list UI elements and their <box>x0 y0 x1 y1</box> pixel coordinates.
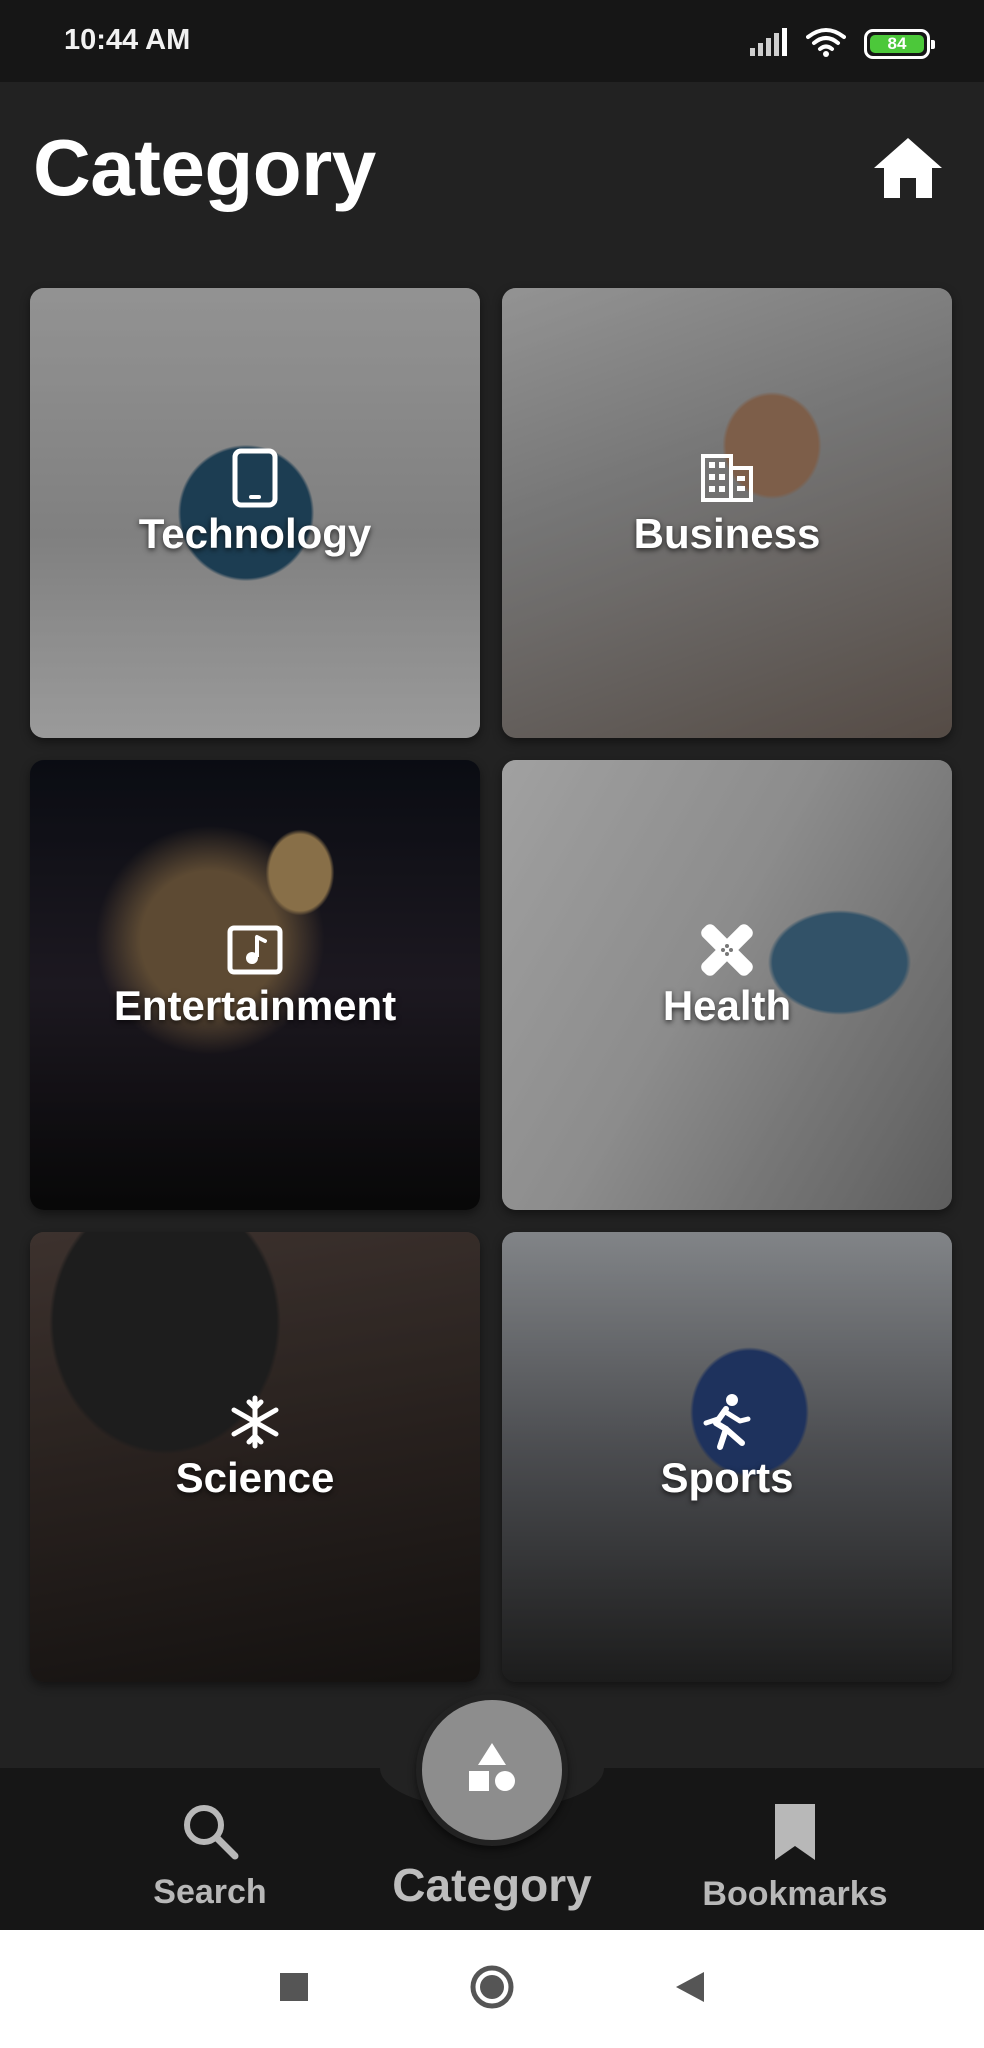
category-label: Sports <box>660 1454 794 1501</box>
category-tile-science[interactable]: Science <box>30 1232 480 1682</box>
category-fab-button[interactable] <box>416 1694 568 1846</box>
snowflake-icon <box>225 1392 285 1452</box>
status-icons: 84 <box>750 24 935 64</box>
category-tile-business[interactable]: Business <box>502 288 952 738</box>
status-bar: 10:44 AM 84 <box>0 0 984 82</box>
nav-search[interactable]: Search <box>140 1802 280 1912</box>
category-label: Health <box>662 982 792 1029</box>
category-label: Business <box>633 510 821 557</box>
home-button[interactable] <box>868 132 948 208</box>
system-navigation-bar <box>0 1930 984 2048</box>
back-triangle-icon <box>674 1970 706 2009</box>
bookmark-icon <box>771 1802 819 1867</box>
nav-search-label: Search <box>153 1873 267 1911</box>
category-label: Science <box>175 1454 335 1501</box>
nav-category-label: Category <box>392 1859 592 1911</box>
signal-icon <box>750 27 788 61</box>
building-icon <box>697 448 757 508</box>
back-button[interactable] <box>666 1965 714 2013</box>
category-label: Entertainment <box>113 982 397 1029</box>
nav-category[interactable]: Category <box>370 1858 614 1912</box>
music-note-icon <box>225 920 285 980</box>
recents-button[interactable] <box>270 1965 318 2013</box>
nav-bookmarks[interactable]: Bookmarks <box>690 1802 900 1914</box>
category-label: Technology <box>138 510 372 557</box>
category-tile-technology[interactable]: Technology <box>30 288 480 738</box>
battery-level: 84 <box>870 34 924 53</box>
running-icon <box>697 1392 757 1452</box>
bandage-icon <box>697 920 757 980</box>
home-system-button[interactable] <box>468 1965 516 2013</box>
nav-bookmarks-label: Bookmarks <box>702 1875 888 1913</box>
home-icon <box>872 136 944 205</box>
battery-icon: 84 <box>864 29 935 59</box>
circle-icon <box>469 1964 515 2015</box>
status-time: 10:44 AM <box>64 24 191 56</box>
shapes-icon <box>465 1741 519 1800</box>
category-tile-entertainment[interactable]: Entertainment <box>30 760 480 1210</box>
category-tile-health[interactable]: Health <box>502 760 952 1210</box>
wifi-icon <box>806 27 846 62</box>
category-tile-sports[interactable]: Sports <box>502 1232 952 1682</box>
square-icon <box>278 1971 310 2008</box>
tablet-icon <box>225 448 285 508</box>
page-title: Category <box>33 123 376 212</box>
search-icon <box>181 1802 239 1865</box>
